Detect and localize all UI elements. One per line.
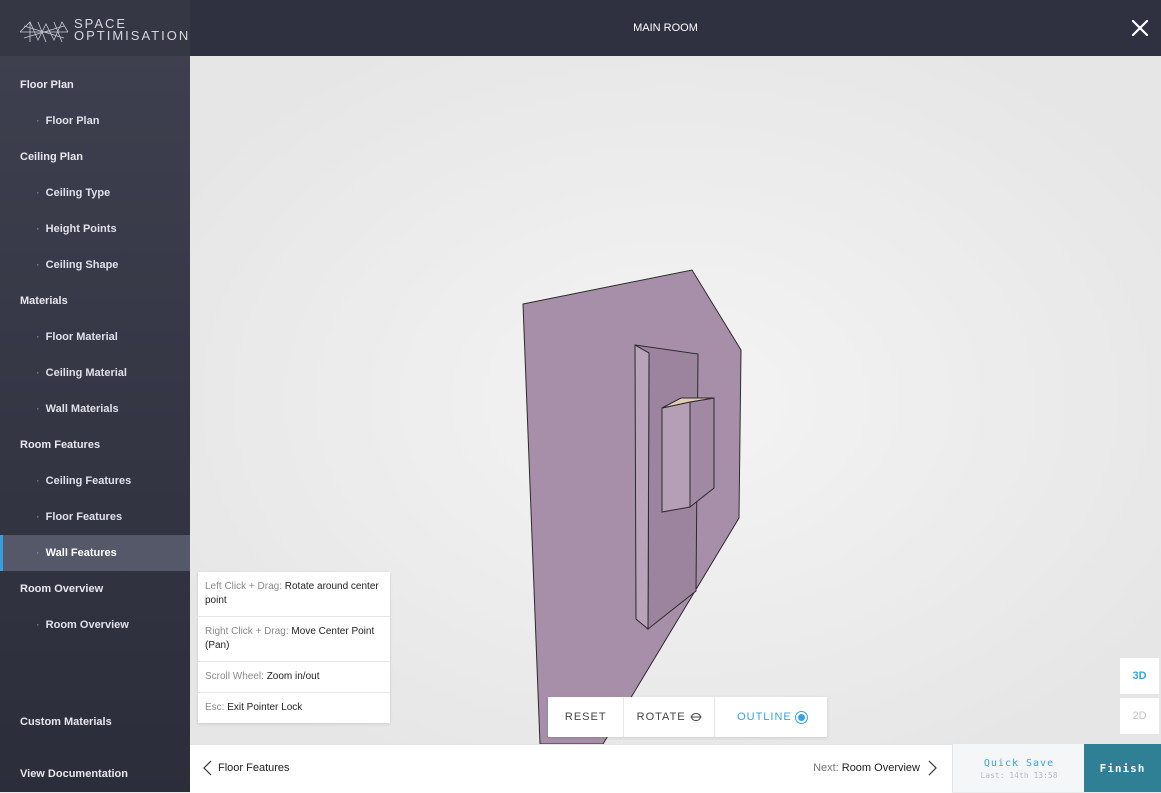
sidebar-item-label: Ceiling Features (45, 475, 132, 487)
sidebar-section-room-features[interactable]: Room Features (0, 427, 190, 463)
close-icon[interactable] (1127, 15, 1153, 41)
next-step-link[interactable]: Next: Room Overview (813, 760, 938, 776)
quick-save-button[interactable]: Quick Save Last: 14th 13:58 (952, 744, 1085, 792)
wall-box-right (689, 397, 715, 509)
sidebar-item-label: Room Features (20, 439, 101, 451)
next-prefix: Next: (813, 762, 839, 774)
sidebar-item-label: Wall Features (45, 547, 117, 559)
brand-name: SPACE OPTIMISATION (74, 17, 191, 43)
bullet-icon: · (36, 187, 40, 199)
rotate-icon (690, 713, 702, 721)
quick-save-label: Quick Save (983, 758, 1055, 769)
help-row: Scroll Wheel: Zoom in/out (198, 662, 390, 693)
view-2d-button[interactable]: 2D (1120, 698, 1159, 734)
sidebar-item-label: Custom Materials (20, 716, 112, 728)
sidebar-item-label: Height Points (45, 223, 117, 235)
sidebar-item-custom-materials[interactable]: Custom Materials (0, 704, 190, 740)
bullet-icon: · (36, 403, 40, 415)
sidebar-item-label: Ceiling Shape (45, 259, 119, 271)
sidebar-item-label: Room Overview (20, 583, 104, 595)
view-2d-label: 2D (1132, 710, 1147, 722)
sidebar-section-floor-plan[interactable]: Floor Plan (0, 67, 190, 103)
sidebar-item-floor-material[interactable]: · Floor Material (0, 319, 190, 355)
sidebar-item-label: Room Overview (45, 619, 129, 631)
rotate-button[interactable]: ROTATE (624, 697, 715, 737)
sidebar-item-wall-features[interactable]: · Wall Features (0, 535, 190, 571)
logo-icon (19, 21, 69, 43)
outline-label: OUTLINE (737, 711, 792, 723)
chevron-left-icon (203, 760, 212, 776)
bullet-icon: · (36, 223, 40, 235)
brand: SPACE OPTIMISATION (0, 0, 190, 56)
last-saved-timestamp: Last: 14th 13:58 (980, 771, 1058, 780)
bullet-icon: · (36, 511, 40, 523)
help-value: Exit Pointer Lock (227, 702, 303, 713)
next-step-label: Room Overview (841, 762, 920, 774)
sidebar-item-label: Floor Material (45, 331, 118, 343)
help-key: Right Click + Drag: (205, 626, 289, 637)
view-3d-label: 3D (1132, 670, 1147, 682)
bullet-icon: · (36, 619, 40, 631)
help-row: Left Click + Drag: Rotate around center … (198, 572, 390, 617)
help-key: Esc: (205, 702, 225, 713)
view-toolbar: RESET ROTATE OUTLINE (548, 697, 827, 737)
bullet-icon: · (36, 331, 40, 343)
finish-button[interactable]: Finish (1084, 744, 1161, 792)
brand-line-2: OPTIMISATION (74, 28, 191, 43)
wall-box-front[interactable] (661, 401, 691, 513)
footer-bar: Floor Features Next: Room Overview (190, 744, 952, 793)
reset-label: RESET (564, 711, 607, 723)
sidebar-item-ceiling-material[interactable]: · Ceiling Material (0, 355, 190, 391)
sidebar-item-ceiling-shape[interactable]: · Ceiling Shape (0, 247, 190, 283)
sidebar-item-label: Ceiling Material (45, 367, 127, 379)
sidebar-item-floor-plan[interactable]: · Floor Plan (0, 103, 190, 139)
bullet-icon: · (36, 367, 40, 379)
bullet-icon: · (36, 259, 40, 271)
bullet-icon: · (36, 547, 40, 559)
chevron-right-icon (928, 760, 937, 776)
sidebar-item-height-points[interactable]: · Height Points (0, 211, 190, 247)
page-title: MAIN ROOM (633, 22, 698, 34)
sidebar-item-view-documentation[interactable]: View Documentation (0, 756, 190, 792)
sidebar-item-ceiling-type[interactable]: · Ceiling Type (0, 175, 190, 211)
sidebar-item-ceiling-features[interactable]: · Ceiling Features (0, 463, 190, 499)
sidebar-section-ceiling-plan[interactable]: Ceiling Plan (0, 139, 190, 175)
sidebar-item-label: Materials (20, 295, 68, 307)
sidebar-item-label: Ceiling Plan (20, 151, 83, 163)
outline-toggle[interactable]: OUTLINE (715, 697, 827, 737)
sidebar-item-label: Ceiling Type (45, 187, 111, 199)
view-3d-button[interactable]: 3D (1120, 658, 1159, 694)
sidebar-item-label: Wall Materials (45, 403, 119, 415)
controls-help-panel: Left Click + Drag: Rotate around center … (198, 572, 390, 723)
sidebar-item-wall-materials[interactable]: · Wall Materials (0, 391, 190, 427)
reset-button[interactable]: RESET (548, 697, 625, 737)
header: MAIN ROOM (190, 0, 1161, 56)
sidebar-item-label: View Documentation (20, 768, 128, 780)
previous-step-link[interactable]: Floor Features (202, 760, 290, 776)
bullet-icon: · (36, 475, 40, 487)
sidebar-item-floor-features[interactable]: · Floor Features (0, 499, 190, 535)
previous-step-label: Floor Features (218, 762, 290, 774)
radio-selected-icon (797, 713, 805, 721)
rotate-label: ROTATE (636, 711, 686, 723)
sidebar-item-label: Floor Plan (20, 79, 74, 91)
finish-label: Finish (1099, 761, 1146, 775)
sidebar-item-label: Floor Plan (45, 115, 100, 127)
help-key: Scroll Wheel: (205, 671, 264, 682)
sidebar-item-room-overview[interactable]: · Room Overview (0, 607, 190, 643)
help-row: Esc: Exit Pointer Lock (198, 693, 390, 723)
sidebar-item-label: Floor Features (45, 511, 123, 523)
bullet-icon: · (36, 115, 40, 127)
sidebar: SPACE OPTIMISATION Floor Plan · Floor Plan… (0, 0, 190, 792)
help-key: Left Click + Drag: (205, 581, 282, 592)
wall-feature-side (634, 344, 650, 631)
help-row: Right Click + Drag: Move Center Point (P… (198, 617, 390, 662)
help-value: Zoom in/out (266, 671, 320, 682)
sidebar-section-materials[interactable]: Materials (0, 283, 190, 319)
sidebar-section-room-overview[interactable]: Room Overview (0, 571, 190, 607)
